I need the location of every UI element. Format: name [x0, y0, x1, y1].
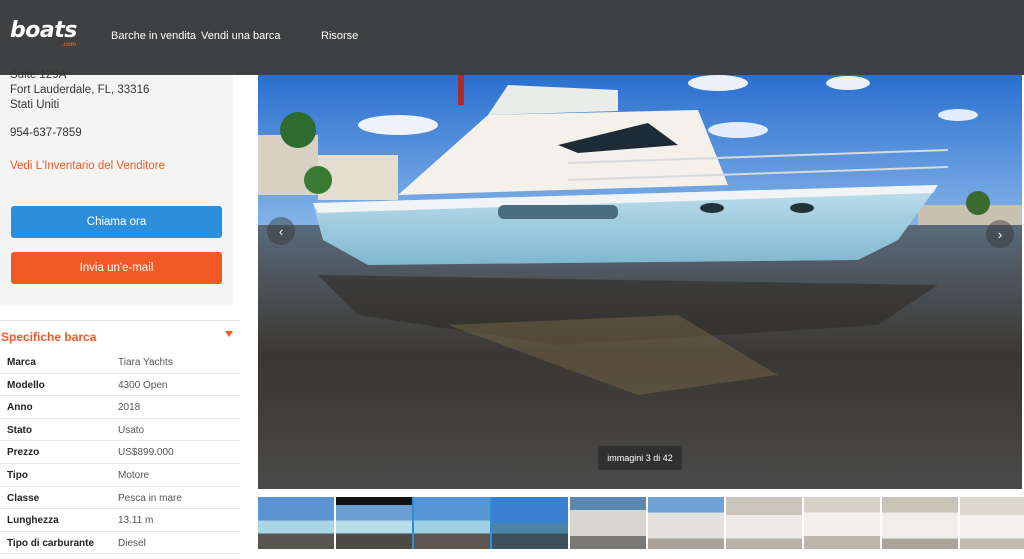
spec-label: Marca: [7, 357, 36, 368]
top-navigation-bar: boats .com Barche in vendita Vendi una b…: [0, 0, 1024, 75]
thumbnail-6[interactable]: [648, 497, 724, 549]
thumbnail-3[interactable]: [412, 497, 492, 549]
boat-specs-header[interactable]: Specifiche barca: [0, 320, 240, 350]
spec-label: Tipo: [7, 470, 28, 481]
thumbnail-strip: [258, 497, 1024, 549]
boats-logo[interactable]: boats .com: [10, 18, 82, 50]
spec-value: US$899.000: [118, 447, 174, 459]
spec-value: 13.11 m: [118, 515, 154, 527]
send-email-button[interactable]: Invia un'e-mail: [11, 252, 222, 284]
logo-domain: .com: [62, 42, 77, 48]
nav-boats-for-sale[interactable]: Barche in vendita: [111, 30, 196, 42]
next-image-button[interactable]: ›: [986, 220, 1014, 248]
spec-row: Classe Pesca in mare: [0, 487, 240, 510]
nav-resources[interactable]: Risorse: [321, 30, 358, 42]
chevron-right-icon: ›: [997, 226, 1003, 242]
caret-down-icon: [225, 331, 233, 337]
previous-image-button[interactable]: ‹: [267, 217, 295, 245]
spec-value: Diesel: [118, 537, 146, 549]
boat-main-photo[interactable]: ‹ ›: [258, 75, 1022, 489]
spec-label: Anno: [7, 402, 33, 414]
thumbnail-10[interactable]: [960, 497, 1024, 549]
thumbnail-1[interactable]: [258, 497, 334, 549]
thumbnail-7[interactable]: [726, 497, 802, 549]
spec-value: Motore: [118, 470, 150, 481]
thumbnail-8[interactable]: [804, 497, 880, 549]
seller-address-suite: Suite 129A: [10, 69, 67, 81]
spec-row: Tipo di carburante Diesel: [0, 532, 240, 555]
spec-row: Stato Usato: [0, 419, 240, 442]
call-now-button[interactable]: Chiama ora: [11, 206, 222, 238]
thumbnail-5[interactable]: [570, 497, 646, 549]
thumbnail-9[interactable]: [882, 497, 958, 549]
spec-label: Tipo di carburante: [7, 537, 95, 549]
spec-label: Stato: [7, 424, 32, 436]
seller-address-country: Stati Uniti: [10, 99, 60, 111]
seller-address-city: Fort Lauderdale, FL, 33316: [10, 84, 150, 96]
seller-phone[interactable]: 954-637-7859: [10, 127, 82, 139]
spec-label: Prezzo: [7, 447, 40, 459]
seller-inventory-link[interactable]: Vedi L'Inventario del Venditore: [10, 160, 165, 172]
spec-value: 4300 Open: [118, 379, 168, 391]
spec-row: Anno 2018: [0, 396, 240, 419]
spec-label: Classe: [7, 492, 40, 504]
spec-row: Lunghezza 13.11 m: [0, 509, 240, 532]
spec-label: Lunghezza: [7, 515, 59, 527]
spec-row: Marca Tiara Yachts: [0, 351, 240, 374]
spec-label: Modello: [7, 379, 45, 391]
spec-value: Tiara Yachts: [118, 357, 173, 368]
chevron-left-icon: ‹: [278, 223, 284, 239]
nav-sell-a-boat[interactable]: Vendi una barca: [201, 30, 281, 42]
spec-row: Tipo Motore: [0, 464, 240, 487]
logo-wordmark: boats: [10, 18, 77, 43]
spec-value: Usato: [118, 424, 145, 436]
thumbnail-2[interactable]: [336, 497, 412, 549]
boat-specs-title: Specifiche barca: [1, 330, 97, 344]
spec-value: 2018: [118, 402, 141, 414]
spec-row: Prezzo US$899.000: [0, 441, 240, 464]
spec-row: Modello 4300 Open: [0, 374, 240, 397]
image-counter: immagini 3 di 42: [598, 446, 682, 470]
thumbnail-4[interactable]: [492, 497, 568, 549]
spec-value: Pesca in mare: [118, 492, 182, 504]
